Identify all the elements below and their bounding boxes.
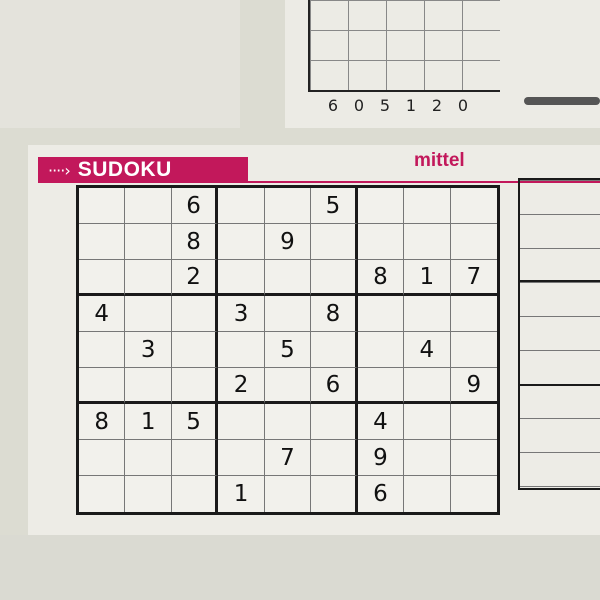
- sudoku-cell[interactable]: 8: [311, 296, 358, 332]
- sudoku-cell[interactable]: 3: [218, 296, 265, 332]
- sudoku-cell[interactable]: 1: [218, 476, 265, 512]
- sudoku-cell[interactable]: [264, 260, 312, 296]
- sudoku-cell[interactable]: [218, 404, 265, 440]
- sudoku-cell[interactable]: [450, 224, 497, 260]
- sudoku-cell[interactable]: [171, 332, 219, 368]
- digit: 2: [431, 96, 443, 115]
- sudoku-cell[interactable]: [450, 188, 497, 224]
- sudoku-cell[interactable]: [450, 404, 497, 440]
- sudoku-cell[interactable]: [125, 440, 172, 476]
- sudoku-cell[interactable]: [404, 188, 451, 224]
- decorative-bar: [524, 97, 600, 105]
- newspaper-fragment: [0, 0, 240, 128]
- sudoku-cell[interactable]: [264, 368, 312, 404]
- sudoku-cell[interactable]: 8: [171, 224, 219, 260]
- background: [0, 535, 600, 600]
- sudoku-cell[interactable]: [125, 260, 172, 296]
- sudoku-cell[interactable]: [79, 440, 126, 476]
- sudoku-cell[interactable]: [311, 332, 358, 368]
- sudoku-cell[interactable]: 9: [450, 368, 497, 404]
- sudoku-cell[interactable]: [357, 296, 405, 332]
- sudoku-cell[interactable]: 4: [79, 296, 126, 332]
- sudoku-cell[interactable]: [218, 332, 265, 368]
- sudoku-cell[interactable]: 3: [125, 332, 172, 368]
- sudoku-cell[interactable]: [264, 404, 312, 440]
- sudoku-cell[interactable]: [218, 188, 265, 224]
- sudoku-cell[interactable]: 9: [357, 440, 405, 476]
- difficulty-label: mittel: [414, 150, 465, 171]
- previous-puzzle-digits: 6 0 5 1 2 0: [326, 96, 526, 118]
- sudoku-cell[interactable]: [79, 260, 126, 296]
- sudoku-cell[interactable]: [79, 188, 126, 224]
- sudoku-cell[interactable]: [357, 224, 405, 260]
- sudoku-cell[interactable]: 6: [171, 188, 219, 224]
- sudoku-cell[interactable]: 7: [450, 260, 497, 296]
- sudoku-cell[interactable]: [450, 332, 497, 368]
- sudoku-cell[interactable]: [404, 296, 451, 332]
- sudoku-cell[interactable]: 2: [171, 260, 219, 296]
- sudoku-cell[interactable]: [171, 440, 219, 476]
- sudoku-cell[interactable]: [264, 296, 312, 332]
- sudoku-cell[interactable]: [125, 296, 172, 332]
- sudoku-cell[interactable]: [125, 368, 172, 404]
- sudoku-cell[interactable]: [125, 476, 172, 512]
- sudoku-cell[interactable]: [450, 440, 497, 476]
- sudoku-cell[interactable]: [311, 440, 358, 476]
- sudoku-cell[interactable]: 5: [171, 404, 219, 440]
- sudoku-cell[interactable]: [311, 404, 358, 440]
- sudoku-cell[interactable]: [404, 476, 451, 512]
- digit: 0: [457, 96, 469, 115]
- sudoku-cell[interactable]: [79, 476, 126, 512]
- sudoku-cell[interactable]: [451, 476, 497, 512]
- sudoku-cell[interactable]: [404, 224, 451, 260]
- sudoku-cell[interactable]: [218, 224, 265, 260]
- sudoku-cell[interactable]: [404, 404, 451, 440]
- sudoku-cell[interactable]: 6: [311, 368, 358, 404]
- sudoku-cell[interactable]: [218, 440, 265, 476]
- sudoku-cell[interactable]: 1: [404, 260, 451, 296]
- sudoku-cell[interactable]: [79, 224, 126, 260]
- sudoku-cell[interactable]: [357, 332, 405, 368]
- sudoku-cell[interactable]: [79, 332, 126, 368]
- digit: 0: [353, 96, 365, 115]
- section-header: ····› SUDOKU: [38, 157, 248, 183]
- sudoku-cell[interactable]: [264, 188, 312, 224]
- sudoku-cell[interactable]: [218, 260, 265, 296]
- sudoku-cell[interactable]: [357, 188, 405, 224]
- sudoku-cell[interactable]: [125, 224, 172, 260]
- sudoku-cell[interactable]: 4: [357, 404, 405, 440]
- sudoku-cell[interactable]: [171, 296, 219, 332]
- sudoku-grid: 6589281743835426981547916: [76, 185, 500, 515]
- digit: 1: [405, 96, 417, 115]
- sudoku-cell[interactable]: [404, 440, 451, 476]
- sudoku-cell[interactable]: 2: [218, 368, 265, 404]
- sudoku-cell[interactable]: [311, 224, 358, 260]
- sudoku-cell[interactable]: 5: [264, 332, 312, 368]
- sudoku-cell[interactable]: [172, 476, 219, 512]
- previous-puzzle-grid: [308, 0, 500, 92]
- sudoku-cell[interactable]: [450, 296, 497, 332]
- sudoku-cell[interactable]: 5: [311, 188, 358, 224]
- digit: 6: [327, 96, 339, 115]
- sudoku-cell[interactable]: [125, 188, 172, 224]
- section-title: SUDOKU: [77, 158, 172, 181]
- arrow-icon: ····›: [48, 160, 71, 180]
- sudoku-cell[interactable]: [311, 476, 358, 512]
- adjacent-puzzle-grid: [518, 178, 600, 490]
- sudoku-cell[interactable]: 6: [358, 476, 405, 512]
- sudoku-cell[interactable]: 7: [264, 440, 312, 476]
- sudoku-cell[interactable]: 8: [357, 260, 405, 296]
- sudoku-cell[interactable]: [311, 260, 358, 296]
- sudoku-cell[interactable]: [357, 368, 405, 404]
- sudoku-cell[interactable]: 9: [264, 224, 312, 260]
- sudoku-cell[interactable]: [171, 368, 219, 404]
- sudoku-cell[interactable]: [404, 368, 451, 404]
- sudoku-cell[interactable]: [265, 476, 312, 512]
- sudoku-cell[interactable]: 1: [125, 404, 172, 440]
- digit: 5: [379, 96, 391, 115]
- sudoku-cell[interactable]: [79, 368, 126, 404]
- sudoku-cell[interactable]: 8: [79, 404, 126, 440]
- sudoku-cell[interactable]: 4: [404, 332, 451, 368]
